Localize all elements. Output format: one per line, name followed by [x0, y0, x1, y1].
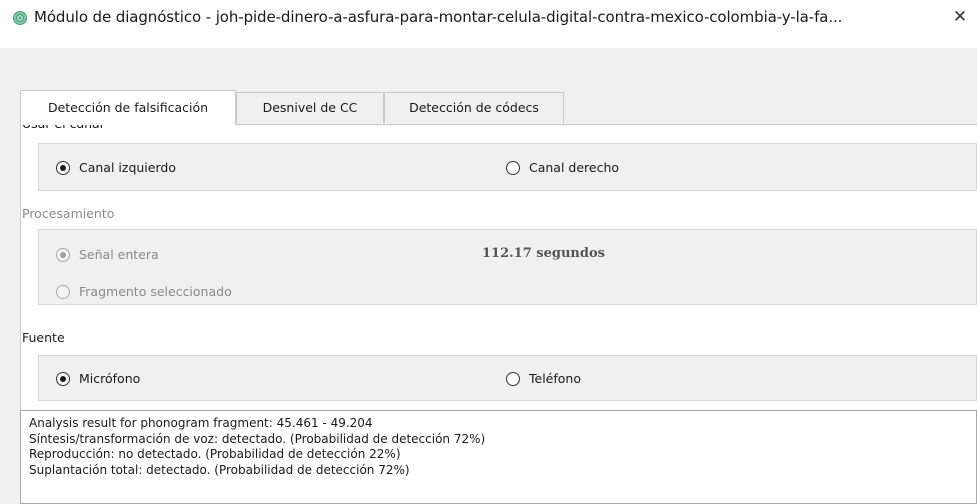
- result-line: Suplantación total: detectado. (Probabil…: [29, 462, 410, 477]
- radio-left-channel-label: Canal izquierdo: [79, 160, 176, 175]
- window-title: Módulo de diagnóstico - joh-pide-dinero-…: [34, 8, 843, 26]
- tab-codec-detection[interactable]: Detección de códecs: [384, 92, 564, 123]
- radio-telephone-label: Teléfono: [529, 371, 581, 386]
- result-line: Reproducción: no detectado. (Probabilida…: [29, 447, 401, 461]
- source-section-label: Fuente: [22, 330, 65, 345]
- radio-selected-fragment-label: Fragmento seleccionado: [79, 284, 232, 299]
- signal-duration: 112.17 segundos: [482, 246, 605, 261]
- radio-checked-icon: [56, 160, 70, 175]
- radio-left-channel[interactable]: Canal izquierdo: [56, 160, 176, 175]
- radio-unchecked-icon: [506, 371, 520, 386]
- tab-spoofing-detection[interactable]: Detección de falsificación: [20, 90, 236, 125]
- radio-microphone-label: Micrófono: [79, 371, 141, 386]
- radio-microphone[interactable]: Micrófono: [56, 371, 140, 386]
- radio-selected-fragment[interactable]: Fragmento seleccionado: [56, 284, 232, 299]
- radio-whole-signal-label: Señal entera: [79, 247, 159, 262]
- tab-dc-offset[interactable]: Desnivel de CC: [236, 92, 384, 123]
- close-icon[interactable]: ✕: [947, 4, 973, 30]
- radio-telephone[interactable]: Teléfono: [506, 371, 581, 386]
- radio-checked-icon: [56, 247, 70, 262]
- radio-right-channel-label: Canal derecho: [529, 160, 620, 175]
- radio-checked-icon: [56, 371, 70, 386]
- radio-right-channel[interactable]: Canal derecho: [506, 160, 619, 175]
- processing-section-label: Procesamiento: [22, 206, 115, 221]
- radio-unchecked-icon: [506, 160, 520, 175]
- result-line: Analysis result for phonogram fragment: …: [29, 416, 373, 430]
- radio-whole-signal[interactable]: Señal entera: [56, 247, 159, 262]
- radio-unchecked-icon: [56, 284, 70, 299]
- analysis-results-box[interactable]: Analysis result for phonogram fragment: …: [20, 410, 977, 504]
- title-bar: Módulo de diagnóstico - joh-pide-dinero-…: [0, 0, 977, 48]
- app-gear-icon: [12, 10, 28, 26]
- result-line: Síntesis/transformación de voz: detectad…: [29, 431, 486, 446]
